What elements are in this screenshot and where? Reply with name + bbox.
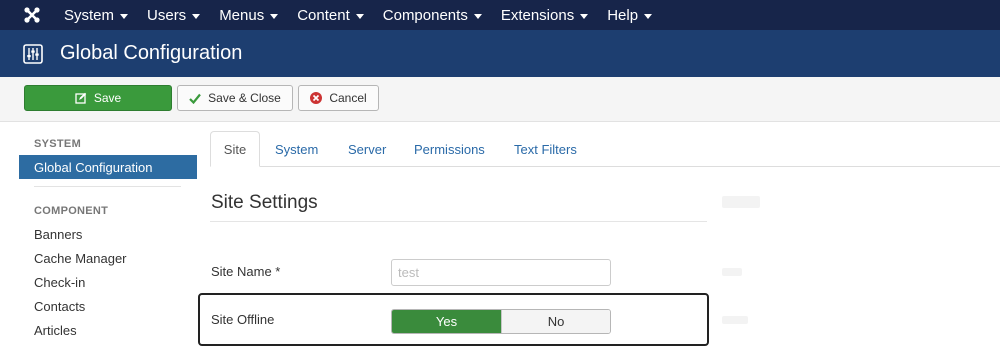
nav-menu-menus[interactable]: Menus bbox=[219, 6, 279, 24]
nav-menu-system[interactable]: System bbox=[64, 6, 129, 24]
nav-menu-label: Menus bbox=[219, 6, 265, 24]
section-divider bbox=[210, 221, 707, 222]
tab-site[interactable]: Site bbox=[210, 131, 260, 167]
tab-permissions[interactable]: Permissions bbox=[414, 142, 485, 157]
nav-menu-label: Content bbox=[297, 6, 350, 24]
page-header: Global Configuration bbox=[0, 30, 1000, 77]
faded-column-heading bbox=[722, 196, 760, 208]
sidebar-item-global-configuration[interactable]: Global Configuration bbox=[19, 155, 197, 179]
cancel-button[interactable]: Cancel bbox=[298, 85, 379, 111]
caret-down-icon bbox=[473, 13, 482, 19]
nav-menu-label: System bbox=[64, 6, 115, 24]
caret-down-icon bbox=[192, 13, 201, 19]
tab-text-filters[interactable]: Text Filters bbox=[514, 142, 577, 157]
nav-menu-extensions[interactable]: Extensions bbox=[500, 6, 589, 24]
tab-label: Site bbox=[223, 141, 247, 157]
page-title: Global Configuration bbox=[60, 42, 243, 64]
caret-down-icon bbox=[355, 13, 364, 19]
tab-server[interactable]: Server bbox=[348, 142, 386, 157]
sidebar-item-label: Global Configuration bbox=[34, 159, 153, 175]
nav-menu-components[interactable]: Components bbox=[383, 7, 482, 24]
site-offline-yes-button[interactable]: Yes bbox=[392, 310, 501, 333]
save-button-label: Save bbox=[93, 91, 122, 105]
site-name-value: test bbox=[398, 265, 419, 280]
nav-menu-help[interactable]: Help bbox=[607, 6, 653, 24]
site-name-label: Site Name * bbox=[211, 264, 281, 279]
nav-menu-label: Extensions bbox=[500, 6, 575, 24]
faded-column-text bbox=[722, 316, 748, 324]
joomla-logo-icon[interactable] bbox=[0, 0, 64, 30]
caret-down-icon bbox=[580, 13, 589, 19]
nav-menu-content[interactable]: Content bbox=[297, 7, 364, 24]
sidebar-item-cache-manager[interactable]: Cache Manager bbox=[34, 251, 127, 266]
save-button[interactable]: Save bbox=[24, 85, 172, 111]
caret-down-icon bbox=[120, 13, 129, 19]
equalizer-icon bbox=[23, 43, 43, 64]
sidebar-item-contacts[interactable]: Contacts bbox=[34, 299, 85, 314]
tab-system[interactable]: System bbox=[275, 142, 318, 157]
nav-menu-label: Users bbox=[147, 6, 187, 24]
site-offline-toggle: Yes No bbox=[391, 309, 611, 334]
check-icon bbox=[189, 93, 201, 104]
sidebar-item-banners[interactable]: Banners bbox=[34, 227, 82, 242]
save-close-button[interactable]: Save & Close bbox=[177, 85, 293, 111]
sidebar-item-check-in[interactable]: Check-in bbox=[34, 275, 85, 290]
site-name-input[interactable]: test bbox=[391, 259, 611, 286]
caret-down-icon bbox=[270, 13, 279, 19]
toolbar: Save Save & Close Cancel bbox=[0, 77, 1000, 122]
save-close-button-label: Save & Close bbox=[208, 91, 281, 105]
sidebar-heading-system: SYSTEM bbox=[34, 138, 82, 150]
cancel-circle-icon bbox=[310, 92, 323, 104]
cancel-button-label: Cancel bbox=[329, 91, 367, 105]
top-navbar: System Users Menus Content Components Ex… bbox=[0, 0, 1000, 30]
sidebar-item-articles[interactable]: Articles bbox=[34, 323, 77, 338]
faded-column-text bbox=[722, 268, 742, 276]
site-offline-no-button[interactable]: No bbox=[501, 310, 610, 333]
caret-down-icon bbox=[644, 13, 653, 19]
sidebar-heading-component: COMPONENT bbox=[34, 205, 109, 217]
edit-icon bbox=[75, 92, 87, 104]
nav-menu-label: Components bbox=[382, 6, 468, 24]
sidebar-divider bbox=[34, 186, 181, 187]
tabs-divider bbox=[210, 166, 1000, 167]
nav-menu-label: Help bbox=[607, 6, 639, 24]
site-offline-label: Site Offline bbox=[211, 312, 275, 327]
section-title: Site Settings bbox=[211, 192, 318, 213]
nav-menu-users[interactable]: Users bbox=[147, 6, 201, 24]
